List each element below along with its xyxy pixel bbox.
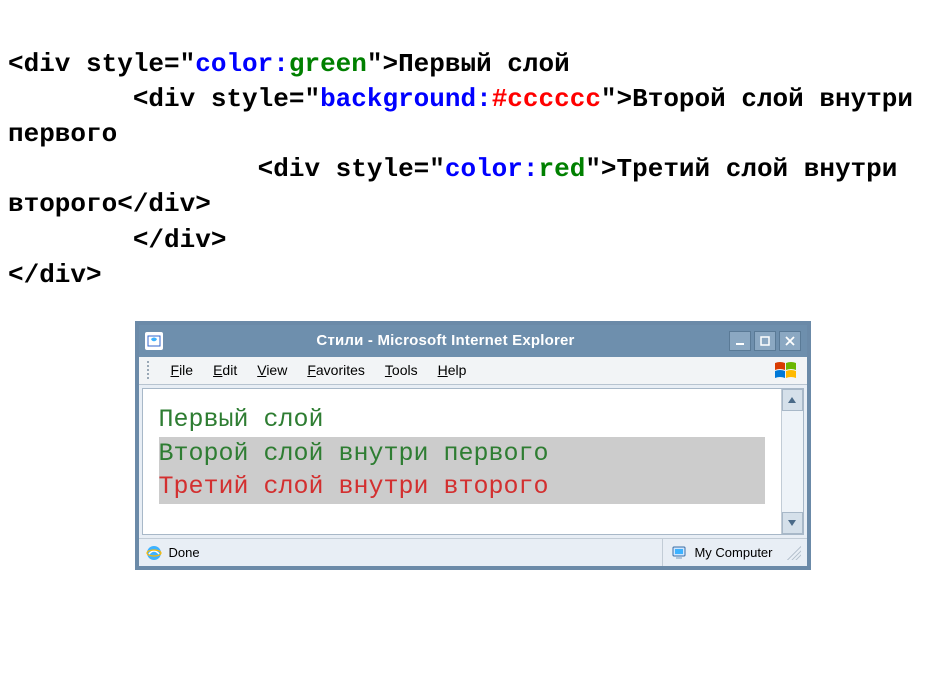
- scroll-down-button[interactable]: [782, 512, 803, 534]
- resize-grip-icon[interactable]: [787, 546, 801, 560]
- code-line-3: <div style="color:red">Третий слой внутр…: [8, 154, 913, 219]
- menubar: File Edit View Favorites Tools Help: [139, 357, 807, 385]
- menu-tools[interactable]: Tools: [377, 360, 426, 380]
- rendered-line-3: Третий слой внутри второго: [159, 470, 765, 504]
- client-area: Первый слой Второй слой внутри первого Т…: [142, 388, 804, 535]
- maximize-button[interactable]: [754, 331, 776, 351]
- scroll-up-button[interactable]: [782, 389, 803, 411]
- rendered-line-1: Первый слой: [159, 403, 765, 437]
- window-buttons: [729, 331, 801, 351]
- titlebar[interactable]: Стили - Microsoft Internet Explorer: [139, 325, 807, 357]
- status-done: Done: [169, 545, 200, 560]
- code-line-5: </div>: [8, 260, 102, 290]
- code-block: <div style="color:green">Первый слой <di…: [8, 12, 937, 293]
- menu-view[interactable]: View: [249, 360, 295, 380]
- status-zone: My Computer: [694, 545, 772, 560]
- close-button[interactable]: [779, 331, 801, 351]
- my-computer-icon: [671, 544, 689, 562]
- vertical-scrollbar[interactable]: [781, 389, 803, 534]
- status-zone-segment: My Computer: [662, 539, 772, 566]
- menu-grip-icon[interactable]: [147, 361, 153, 379]
- ie-app-icon: [145, 332, 163, 350]
- code-line-1: <div style="color:green">Первый слой: [8, 49, 570, 79]
- menu-file[interactable]: File: [163, 360, 202, 380]
- minimize-button[interactable]: [729, 331, 751, 351]
- ie-status-icon: [145, 544, 163, 562]
- ie-window: Стили - Microsoft Internet Explorer File…: [135, 321, 811, 570]
- menu-help[interactable]: Help: [430, 360, 475, 380]
- code-line-2: <div style="background:#cccccc">Второй с…: [8, 84, 929, 149]
- menu-edit[interactable]: Edit: [205, 360, 245, 380]
- rendered-gray-block: Второй слой внутри первого Третий слой в…: [159, 437, 765, 505]
- rendered-line-2: Второй слой внутри первого: [159, 437, 765, 471]
- scroll-track[interactable]: [782, 411, 803, 512]
- code-line-4: </div>: [8, 225, 226, 255]
- window-title: Стили - Microsoft Internet Explorer: [171, 332, 721, 349]
- menu-favorites[interactable]: Favorites: [299, 360, 373, 380]
- page-content: Первый слой Второй слой внутри первого Т…: [143, 389, 781, 534]
- statusbar: Done My Computer: [139, 538, 807, 566]
- windows-logo-icon: [771, 359, 799, 381]
